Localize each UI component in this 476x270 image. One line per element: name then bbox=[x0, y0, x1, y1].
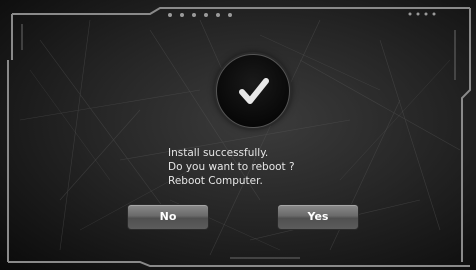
yes-button[interactable]: Yes bbox=[277, 204, 359, 230]
message-line-reboot-question: Do you want to reboot ? bbox=[168, 161, 295, 173]
install-complete-dialog: Install successfully. Do you want to reb… bbox=[0, 0, 476, 270]
success-badge bbox=[216, 54, 290, 128]
no-button[interactable]: No bbox=[127, 204, 209, 230]
dialog-message: Install successfully. Do you want to reb… bbox=[168, 146, 368, 188]
message-line-reboot-computer: Reboot Computer. bbox=[168, 175, 263, 187]
window-frame bbox=[7, 7, 471, 267]
message-line-install: Install successfully. bbox=[168, 147, 269, 159]
checkmark-icon bbox=[239, 78, 269, 104]
